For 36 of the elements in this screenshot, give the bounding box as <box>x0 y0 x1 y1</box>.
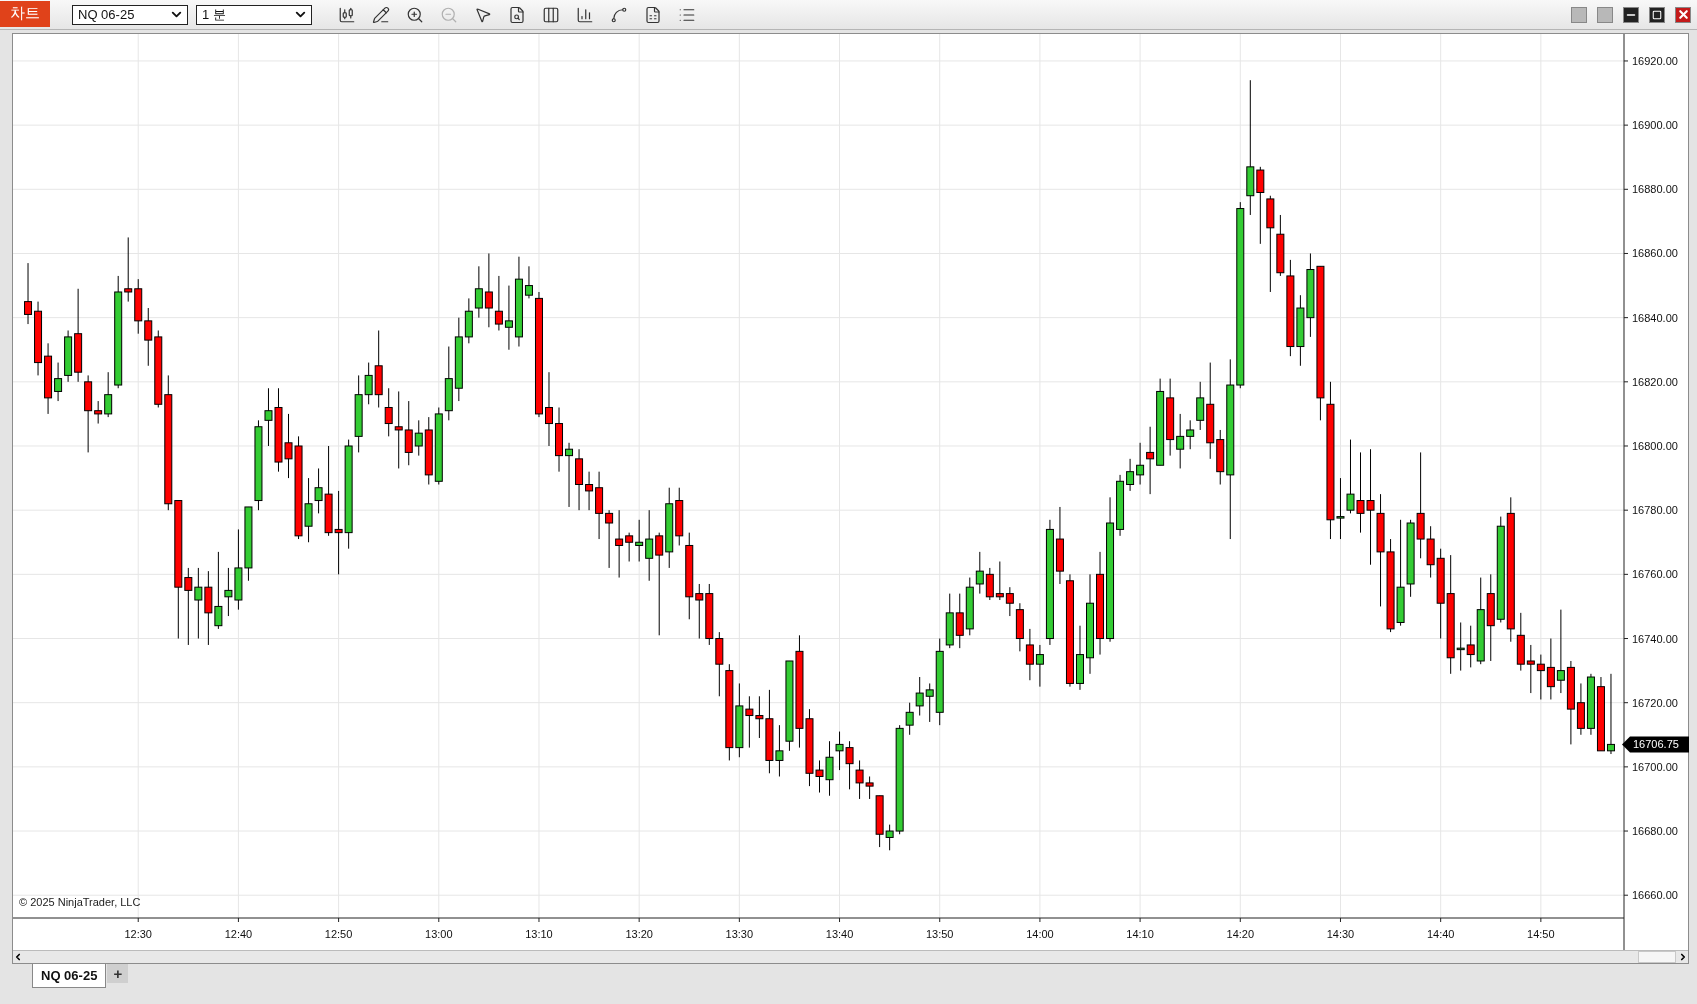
add-tab-button[interactable]: + <box>107 964 129 983</box>
interval-dropdown[interactable]: 1 분 <box>196 4 312 25</box>
price-label: 16680.00 <box>1632 825 1678 838</box>
price-label: 16860.00 <box>1632 247 1678 260</box>
time-label: 12:30 <box>124 928 152 940</box>
price-label: 16840.00 <box>1632 311 1678 324</box>
time-label: 14:10 <box>1126 928 1154 940</box>
price-label: 16820.00 <box>1632 375 1678 388</box>
price-label: 16720.00 <box>1632 696 1678 709</box>
chart-tab[interactable]: NQ 06-25 <box>32 964 107 988</box>
time-label: 14:30 <box>1326 928 1355 940</box>
time-label: 13:00 <box>425 928 453 940</box>
price-marker: 16706.75 <box>1622 736 1689 753</box>
instrument-dropdown[interactable]: NQ 06-25 <box>72 4 188 25</box>
time-label: 13:30 <box>725 928 754 940</box>
time-label: 13:10 <box>525 928 553 940</box>
price-label: 16920.00 <box>1632 54 1678 67</box>
time-label: 14:20 <box>1226 928 1255 940</box>
time-label: 14:50 <box>1527 928 1555 940</box>
price-label: 16800.00 <box>1632 440 1678 452</box>
time-label: 13:20 <box>625 928 653 940</box>
time-label: 13:50 <box>925 928 954 940</box>
price-label: 16880.00 <box>1632 183 1678 196</box>
price-label: 16660.00 <box>1632 889 1678 902</box>
copyright-text: © 2025 NinjaTrader, LLC <box>19 896 141 908</box>
time-label: 14:40 <box>1426 928 1455 940</box>
time-label: 12:40 <box>224 928 253 940</box>
time-label: 12:50 <box>324 928 353 940</box>
time-label: 14:00 <box>1026 928 1054 940</box>
price-label: 16900.00 <box>1632 119 1678 132</box>
time-label: 13:40 <box>825 928 854 940</box>
app-logo: 차트 <box>0 0 50 27</box>
price-label: 16700.00 <box>1632 760 1678 773</box>
price-label: 16740.00 <box>1632 632 1678 645</box>
price-label: 16780.00 <box>1632 504 1678 517</box>
price-label: 16760.00 <box>1632 568 1678 581</box>
